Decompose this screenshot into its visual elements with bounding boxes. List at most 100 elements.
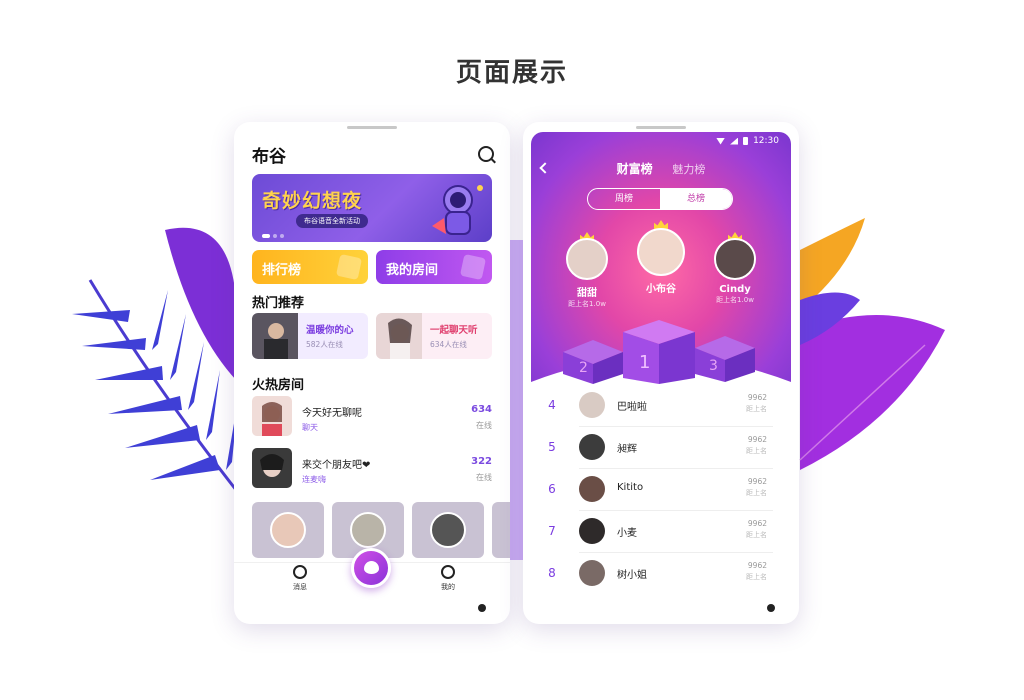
hot-card-count: 634人在线 [430, 340, 467, 349]
ranking-entry-button[interactable]: 排行榜 [252, 250, 368, 284]
camera-dot [767, 604, 775, 612]
ranking-entry-label: 排行榜 [262, 263, 302, 278]
speaker [347, 126, 397, 129]
ranking-row[interactable]: 4 巴啦啦 9962 距上名 [543, 386, 773, 427]
banner-title: 奇妙幻想夜 [262, 190, 363, 212]
room-thumbnail-strip [252, 502, 510, 558]
ranking-header: 12:30 财富榜 魅力榜 周榜 总榜 2 1 3 甜甜 距上名1.0w 小布谷… [531, 132, 791, 384]
rank-number: 6 [548, 482, 556, 496]
bird-icon [364, 561, 379, 574]
top3-distance: 距上名1.0w [716, 296, 754, 304]
svg-text:3: 3 [709, 358, 718, 374]
rank-value: 9962 [747, 393, 767, 402]
room-tag: 聊天 [302, 423, 318, 432]
avatar [637, 228, 685, 276]
smile-icon [441, 565, 455, 579]
period-segment: 周榜 总榜 [587, 188, 733, 210]
top3-third[interactable]: Cindy 距上名1.0w [705, 232, 765, 305]
app-header: 布谷 [252, 142, 494, 167]
tab-wealth[interactable]: 财富榜 [617, 162, 653, 176]
page-title: 页面展示 [455, 58, 568, 88]
ranking-row[interactable]: 8 树小姐 9962 距上名 [543, 554, 773, 595]
camera-dot [478, 604, 486, 612]
tab-messages-label: 消息 [293, 583, 307, 591]
rank-gap: 距上名 [746, 447, 767, 455]
room-name: 来交个朋友吧❤ [302, 460, 371, 471]
rank-number: 5 [548, 440, 556, 454]
top3-name: 小布谷 [646, 284, 676, 295]
hot-card[interactable]: 温暖你的心 582人在线 [252, 313, 368, 359]
rank-value: 9962 [747, 519, 767, 528]
avatar [579, 560, 605, 586]
hot-card[interactable]: 一起聊天听 634人在线 [376, 313, 492, 359]
hot-card-name: 一起聊天听 [430, 325, 478, 336]
room-icon [459, 253, 487, 281]
center-action-button[interactable] [351, 548, 391, 588]
tab-messages[interactable]: 消息 [280, 565, 320, 592]
my-rooms-entry-button[interactable]: 我的房间 [376, 250, 492, 284]
rooms-section-title: 火热房间 [252, 378, 305, 393]
room-avatar [252, 448, 292, 488]
wifi-icon [716, 137, 726, 145]
ranking-row[interactable]: 6 Kitito 9962 距上名 [543, 470, 773, 511]
hot-card-thumbnail [376, 313, 422, 359]
rank-number: 4 [548, 398, 556, 412]
divider [579, 426, 773, 427]
room-row[interactable]: 今天好无聊呢 聊天 634 在线 [252, 396, 492, 442]
svg-text:2: 2 [579, 360, 588, 376]
battery-icon [743, 137, 749, 145]
room-thumbnail[interactable] [412, 502, 484, 558]
rank-number: 7 [548, 524, 556, 538]
tab-mine[interactable]: 我的 [428, 565, 468, 592]
room-online-count: 634 [471, 404, 492, 415]
avatar [579, 476, 605, 502]
app-title: 布谷 [252, 146, 286, 167]
avatar [566, 238, 608, 280]
banner-subtitle: 布谷语音全新活动 [296, 214, 368, 228]
hot-card-count: 582人在线 [306, 340, 343, 349]
room-tag: 连麦嗨 [302, 475, 326, 484]
tab-mine-label: 我的 [441, 583, 455, 591]
top3-second[interactable]: 甜甜 距上名1.0w [557, 232, 617, 309]
background-leaves [72, 218, 945, 560]
svg-text:1: 1 [639, 352, 650, 373]
rank-name: 巴啦啦 [617, 402, 647, 413]
segment-week[interactable]: 周榜 [588, 189, 660, 209]
top3-name: Cindy [719, 284, 751, 295]
rank-name: 昶辉 [617, 444, 637, 455]
hot-section-title: 热门推荐 [252, 296, 305, 311]
chat-icon [293, 565, 307, 579]
my-rooms-entry-label: 我的房间 [386, 263, 439, 278]
rank-number: 8 [548, 566, 556, 580]
crown-icon [335, 253, 363, 281]
rank-name: 小麦 [617, 528, 637, 539]
room-row[interactable]: 来交个朋友吧❤ 连麦嗨 322 在线 [252, 448, 492, 494]
status-bar: 12:30 [716, 136, 779, 146]
ranking-row[interactable]: 5 昶辉 9962 距上名 [543, 428, 773, 469]
room-online-label: 在线 [476, 421, 492, 430]
divider [579, 552, 773, 553]
room-thumbnail[interactable] [492, 502, 510, 558]
room-online-count: 322 [471, 456, 492, 467]
room-thumbnail[interactable] [252, 502, 324, 558]
status-time: 12:30 [753, 136, 779, 146]
event-banner[interactable]: 奇妙幻想夜 布谷语音全新活动 [252, 174, 492, 242]
avatar [579, 392, 605, 418]
avatar [579, 518, 605, 544]
ranking-row[interactable]: 7 小麦 9962 距上名 [543, 512, 773, 553]
tab-charm[interactable]: 魅力榜 [672, 163, 705, 176]
divider [579, 510, 773, 511]
top3-first[interactable]: 小布谷 [629, 220, 693, 295]
ranking-tabs: 财富榜 魅力榜 [531, 160, 791, 177]
right-phone: 12:30 财富榜 魅力榜 周榜 总榜 2 1 3 甜甜 距上名1.0w 小布谷… [523, 122, 799, 624]
banner-astronaut-art [432, 185, 483, 235]
room-name: 今天好无聊呢 [302, 408, 362, 419]
hot-card-name: 温暖你的心 [306, 325, 354, 336]
rank-gap: 距上名 [746, 573, 767, 581]
banner-pagination [262, 234, 284, 238]
divider [579, 468, 773, 469]
rank-name: Kitito [617, 482, 644, 493]
segment-total[interactable]: 总榜 [660, 189, 732, 209]
rank-gap: 距上名 [746, 405, 767, 413]
search-icon[interactable] [478, 146, 494, 162]
